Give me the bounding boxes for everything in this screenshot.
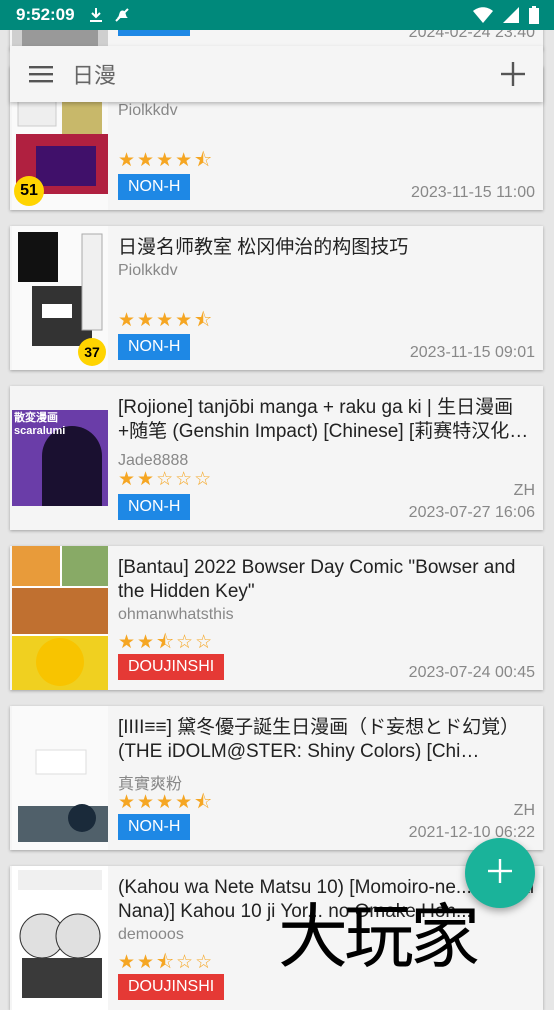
uploader: Piolkkdv (118, 262, 178, 279)
language-tag: ZH (513, 802, 535, 819)
gallery-title: 日漫名师教室 松冈伸治的构图技巧 (118, 237, 409, 258)
posted-date: 2021-12-10 06:22 (408, 824, 535, 841)
gallery-thumbnail (12, 546, 108, 690)
gallery-thumbnail: 散変漫画 scaralumi (12, 386, 108, 530)
gallery-title: [IIII≡≡] 黛冬優子誕生日漫画（ド妄想とド幻覚）(THE iDOLM@ST… (118, 717, 520, 762)
category-badge: DOUJINSHI (118, 654, 225, 680)
status-bar: 9:52:09 (0, 0, 554, 30)
gallery-card[interactable]: [Bantau] 2022 Bowser Day Comic "Bowser a… (10, 546, 543, 690)
posted-date: 2023-07-24 00:45 (408, 664, 535, 681)
gallery-thumbnail (12, 866, 108, 1010)
uploader: ohmanwhatsthis (118, 606, 234, 623)
no-notification-icon (113, 6, 131, 24)
category-badge: DOUJINSHI (118, 974, 225, 1000)
thumbnail-badge: 51 (14, 176, 44, 206)
gallery-thumbnail: 37 (12, 226, 108, 370)
rating-stars: ★★☆☆☆ (118, 469, 214, 490)
category-badge: NON-H (118, 334, 191, 360)
thumbnail-label: 散変漫画 scaralumi (14, 412, 66, 437)
posted-date: 2023-11-15 11:00 (411, 184, 535, 201)
battery-icon (528, 6, 540, 24)
wifi-icon (472, 6, 494, 24)
posted-date: 2023-07-27 16:06 (408, 504, 535, 521)
posted-date: 2023-11-15 09:01 (409, 344, 535, 361)
plus-icon[interactable] (499, 60, 527, 88)
search-bar[interactable]: 日漫 (10, 46, 543, 102)
signal-icon (502, 6, 520, 24)
category-badge: NON-H (118, 174, 191, 200)
category-badge: NON-H (118, 814, 191, 840)
gallery-title: [Rojione] tanjōbi manga + raku ga ki | 生… (118, 397, 529, 442)
uploader: demooos (118, 926, 184, 943)
uploader: Piolkkdv (118, 102, 178, 119)
gallery-card[interactable]: 37 日漫名师教室 松冈伸治的构图技巧 Piolkkdv ★★★★⯪ NON-H… (10, 226, 543, 370)
status-time: 9:52:09 (16, 5, 75, 24)
thumbnail-badge: 37 (78, 338, 106, 366)
language-tag: ZH (513, 482, 535, 499)
gallery-card[interactable]: [IIII≡≡] 黛冬優子誕生日漫画（ド妄想とド幻覚）(THE iDOLM@ST… (10, 706, 543, 850)
download-icon (87, 6, 105, 24)
hamburger-icon[interactable] (28, 61, 54, 87)
gallery-card[interactable]: 散変漫画 scaralumi [Rojione] tanjōbi manga +… (10, 386, 543, 530)
search-query[interactable]: 日漫 (72, 58, 116, 90)
gallery-thumbnail (12, 706, 108, 850)
gallery-title: [Bantau] 2022 Bowser Day Comic "Bowser a… (118, 557, 516, 602)
plus-icon (486, 857, 514, 890)
category-badge: NON-H (118, 494, 191, 520)
watermark-text: 大玩家 (278, 896, 480, 978)
